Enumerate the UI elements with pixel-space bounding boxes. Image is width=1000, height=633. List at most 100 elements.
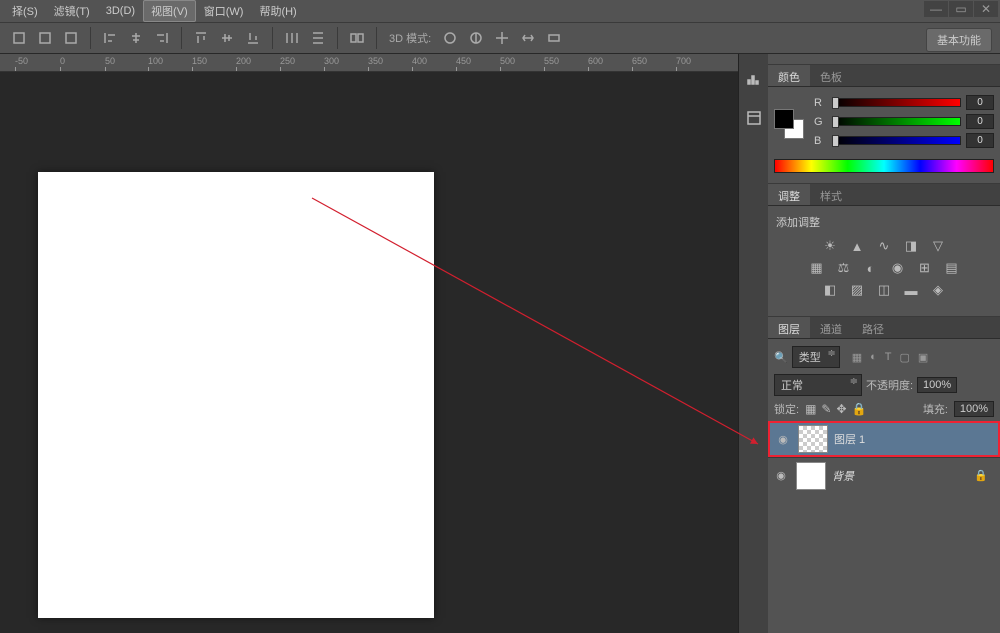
layer-list: ◉ 图层 1 ◉ 背景 🔒 (768, 421, 1000, 493)
slider-thumb[interactable] (832, 116, 839, 128)
visibility-toggle-icon[interactable]: ◉ (774, 433, 792, 446)
brightness-icon[interactable]: ☀ (821, 238, 839, 254)
exposure-icon[interactable]: ◨ (902, 238, 920, 254)
fill-value[interactable]: 100% (954, 401, 994, 417)
color-balance-icon[interactable]: ⚖ (835, 260, 853, 276)
tab-adjustments[interactable]: 调整 (768, 184, 810, 205)
align-right-icon[interactable] (151, 27, 173, 49)
menu-select[interactable]: 择(S) (4, 0, 46, 22)
close-button[interactable]: ✕ (974, 1, 998, 17)
tab-styles[interactable]: 样式 (810, 184, 852, 205)
properties-icon[interactable] (744, 110, 764, 126)
vibrance-icon[interactable]: ▽ (929, 238, 947, 254)
menu-help[interactable]: 帮助(H) (251, 0, 304, 22)
3d-slide-icon[interactable] (517, 27, 539, 49)
layers-panel: 图层 通道 路径 🔍 类型 ▦ ◐ T ▢ ▣ 正常 不透明度: 100% (768, 316, 1000, 497)
lock-all-icon[interactable]: 🔒 (852, 402, 867, 416)
fg-bg-swatches[interactable] (774, 109, 804, 139)
filter-pixel-icon[interactable]: ▦ (852, 351, 862, 364)
layer-name[interactable]: 背景 (832, 468, 854, 484)
tab-paths[interactable]: 路径 (852, 317, 894, 338)
gradient-map-icon[interactable]: ▬ (902, 282, 920, 298)
align-middle-v-icon[interactable] (216, 27, 238, 49)
color-spectrum[interactable] (774, 159, 994, 173)
r-slider[interactable] (833, 98, 961, 107)
auto-align-icon[interactable] (346, 27, 368, 49)
separator (90, 27, 91, 49)
invert-icon[interactable]: ◧ (821, 282, 839, 298)
g-slider[interactable] (833, 117, 961, 126)
filter-type-icon[interactable]: T (885, 351, 892, 364)
filter-shape-icon[interactable]: ▢ (900, 351, 910, 364)
levels-icon[interactable]: ▲ (848, 238, 866, 254)
workspace-switcher[interactable]: 基本功能 (926, 28, 992, 52)
options-toolbar: 3D 模式: (0, 22, 1000, 54)
bw-icon[interactable]: ◐ (862, 260, 880, 276)
ruler-tick: 300 (324, 56, 339, 66)
3d-pan-icon[interactable] (491, 27, 513, 49)
lock-transparency-icon[interactable]: ▦ (805, 402, 816, 416)
photo-filter-icon[interactable]: ◉ (889, 260, 907, 276)
posterize-icon[interactable]: ▨ (848, 282, 866, 298)
align-btn-1[interactable] (8, 27, 30, 49)
selective-color-icon[interactable]: ◈ (929, 282, 947, 298)
menubar: 择(S) 滤镜(T) 3D(D) 视图(V) 窗口(W) 帮助(H) (0, 0, 1000, 22)
align-btn-2[interactable] (34, 27, 56, 49)
tab-layers[interactable]: 图层 (768, 317, 810, 338)
opacity-value[interactable]: 100% (917, 377, 957, 393)
r-value[interactable]: 0 (966, 95, 994, 110)
3d-mode-label: 3D 模式: (389, 30, 431, 46)
align-left-icon[interactable] (99, 27, 121, 49)
tab-color[interactable]: 颜色 (768, 65, 810, 86)
align-center-h-icon[interactable] (125, 27, 147, 49)
b-slider[interactable] (833, 136, 961, 145)
ruler-tick: -50 (15, 56, 28, 66)
canvas[interactable] (38, 172, 434, 618)
menu-3d[interactable]: 3D(D) (98, 2, 143, 20)
g-value[interactable]: 0 (966, 114, 994, 129)
distribute-v-icon[interactable] (307, 27, 329, 49)
layer-thumbnail[interactable] (798, 425, 828, 453)
hue-sat-icon[interactable]: ▦ (808, 260, 826, 276)
filter-smart-icon[interactable]: ▣ (918, 351, 928, 364)
blend-mode-dropdown[interactable]: 正常 (774, 374, 862, 396)
visibility-toggle-icon[interactable]: ◉ (772, 469, 790, 482)
b-value[interactable]: 0 (966, 133, 994, 148)
3d-zoom-icon[interactable] (543, 27, 565, 49)
canvas-viewport[interactable] (0, 72, 738, 633)
horizontal-ruler[interactable]: -50 0 50 100 150 200 250 300 350 400 450… (0, 54, 738, 72)
layer-thumbnail[interactable] (796, 462, 826, 490)
tab-channels[interactable]: 通道 (810, 317, 852, 338)
curves-icon[interactable]: ∿ (875, 238, 893, 254)
lock-pixels-icon[interactable]: ✎ (821, 402, 831, 416)
menu-window[interactable]: 窗口(W) (196, 0, 252, 22)
threshold-icon[interactable]: ◫ (875, 282, 893, 298)
color-panel: 颜色 色板 R 0 G 0 (768, 64, 1000, 183)
filter-type-dropdown[interactable]: 类型 (792, 346, 840, 368)
tab-swatches[interactable]: 色板 (810, 65, 852, 86)
filter-adjust-icon[interactable]: ◐ (870, 351, 877, 364)
3d-roll-icon[interactable] (465, 27, 487, 49)
menu-filter[interactable]: 滤镜(T) (46, 0, 98, 22)
slider-thumb[interactable] (832, 135, 839, 147)
align-top-icon[interactable] (190, 27, 212, 49)
3d-orbit-icon[interactable] (439, 27, 461, 49)
color-lookup-icon[interactable]: ▤ (943, 260, 961, 276)
align-btn-3[interactable] (60, 27, 82, 49)
layer-row[interactable]: ◉ 背景 🔒 (768, 457, 1000, 493)
menu-view[interactable]: 视图(V) (143, 0, 196, 22)
layer-row[interactable]: ◉ 图层 1 (768, 421, 1000, 457)
layer-name[interactable]: 图层 1 (834, 431, 865, 447)
maximize-button[interactable]: ▭ (949, 1, 973, 17)
slider-thumb[interactable] (832, 97, 839, 109)
channel-mixer-icon[interactable]: ⊞ (916, 260, 934, 276)
minimize-button[interactable]: — (924, 1, 948, 17)
foreground-color-swatch[interactable] (774, 109, 794, 129)
opacity-label: 不透明度: (866, 377, 913, 393)
align-bottom-icon[interactable] (242, 27, 264, 49)
search-icon: 🔍 (774, 351, 788, 364)
lock-position-icon[interactable]: ✥ (836, 402, 846, 416)
ruler-tick: 500 (500, 56, 515, 66)
distribute-h-icon[interactable] (281, 27, 303, 49)
histogram-icon[interactable] (744, 72, 764, 88)
